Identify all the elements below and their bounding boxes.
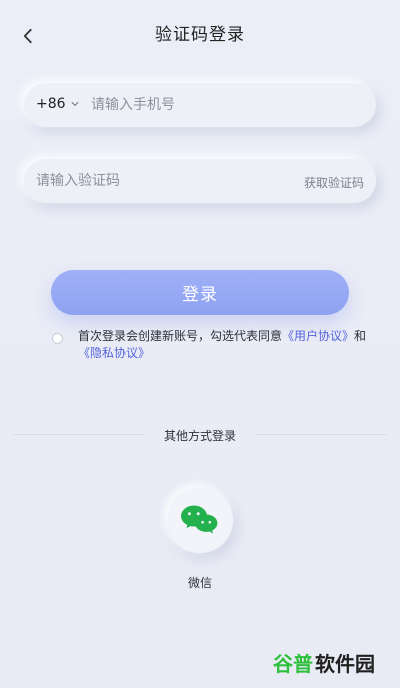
get-code-button[interactable]: 获取验证码 — [304, 174, 364, 191]
agreement-text: 首次登录会创建新账号，勾选代表同意《用户协议》和《隐私协议》 — [78, 328, 368, 362]
watermark-text: 谷普 软件园 — [273, 648, 375, 677]
phone-field: +86 — [24, 83, 376, 127]
other-login-divider: 其他方式登录 — [14, 423, 386, 447]
chevron-down-icon — [71, 102, 78, 106]
header: 验证码登录 — [0, 0, 400, 68]
agreement-radio[interactable] — [52, 333, 63, 344]
wechat-icon — [181, 505, 218, 534]
verification-code-input[interactable] — [36, 171, 266, 191]
wechat-login-button[interactable] — [167, 487, 233, 553]
page-title: 验证码登录 — [155, 25, 245, 45]
watermark-dark-text: 软件园 — [315, 651, 375, 676]
country-code-select[interactable]: +86 — [36, 96, 80, 112]
user-agreement-link[interactable]: 《用户协议》 — [282, 329, 354, 343]
phone-input[interactable] — [91, 95, 351, 115]
divider-right-line — [256, 434, 386, 435]
watermark-green-text: 谷普 — [273, 651, 313, 676]
login-button[interactable]: 登录 — [51, 270, 349, 315]
login-button-label: 登录 — [182, 285, 218, 305]
privacy-policy-link[interactable]: 《隐私协议》 — [78, 346, 150, 360]
watermark: 谷普 软件园 — [273, 645, 393, 679]
other-login-label: 其他方式登录 — [163, 429, 236, 443]
wechat-label: 微信 — [187, 576, 212, 590]
country-code-value: +86 — [36, 96, 66, 112]
agreement-prefix: 首次登录会创建新账号，勾选代表同意 — [78, 329, 283, 343]
agreement-connector: 和 — [354, 329, 367, 343]
verification-code-field: 获取验证码 — [24, 159, 376, 203]
agreement-section: 首次登录会创建新账号，勾选代表同意《用户协议》和《隐私协议》 — [52, 328, 382, 362]
